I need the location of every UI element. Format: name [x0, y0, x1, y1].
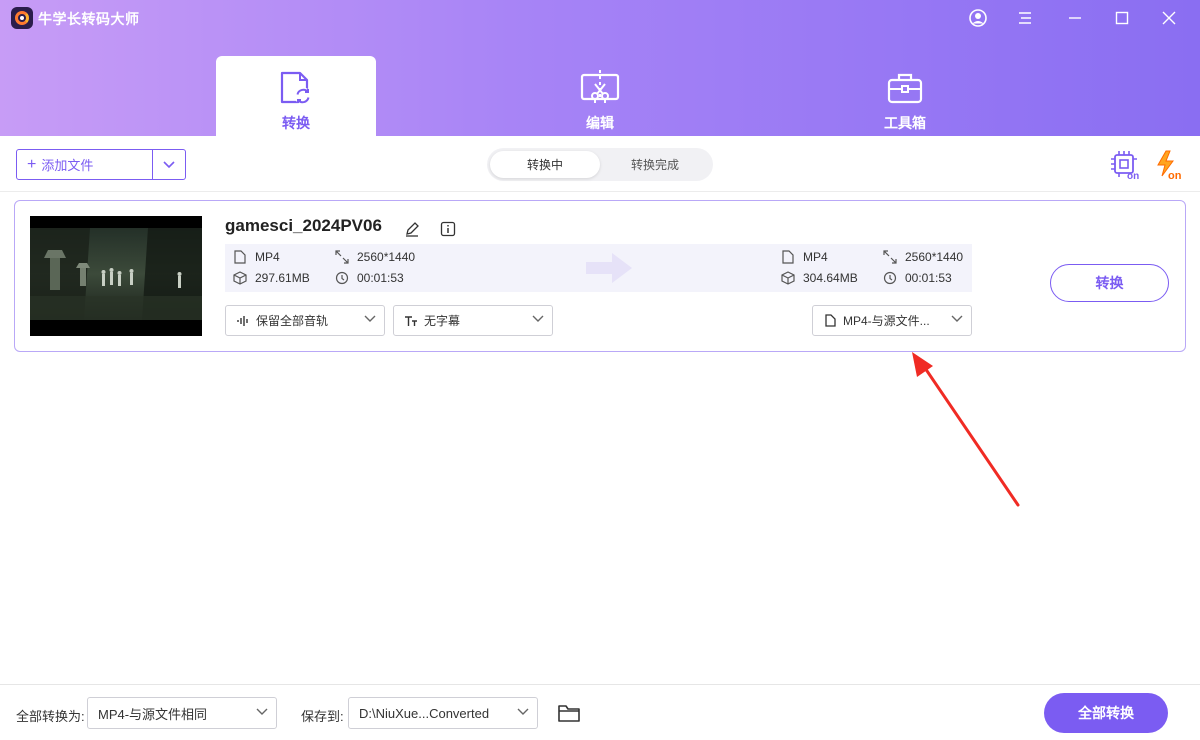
tab-toolbox[interactable]: 工具箱 — [825, 56, 985, 136]
lightning-on-icon[interactable]: on — [1154, 150, 1186, 182]
minimize-icon[interactable] — [1063, 6, 1087, 30]
add-file-split-button: + 添加文件 — [16, 149, 186, 180]
gpu-on-text: on — [1127, 171, 1139, 180]
chevron-down-icon — [163, 160, 175, 168]
chevron-down-icon — [951, 315, 963, 322]
video-thumbnail[interactable] — [30, 216, 202, 336]
tab-convert[interactable]: 转换 — [216, 56, 376, 136]
convert-arrow-icon — [582, 251, 636, 290]
menu-icon[interactable] — [1013, 6, 1037, 30]
add-file-dropdown-button[interactable] — [153, 150, 185, 179]
close-icon[interactable] — [1157, 6, 1181, 30]
file-icon — [233, 250, 247, 264]
tab-convert-label: 转换 — [282, 115, 310, 131]
toolbox-icon — [885, 70, 925, 106]
footer-bar: 全部转换为: MP4-与源文件相同 保存到: D:\NiuXue...Conve… — [0, 684, 1200, 740]
user-icon[interactable] — [966, 6, 990, 30]
target-format: MP4 — [781, 250, 828, 264]
rename-pencil-icon[interactable] — [403, 220, 421, 238]
convert-all-as-label: 全部转换为: — [16, 709, 85, 724]
source-resolution: 2560*1440 — [335, 250, 415, 264]
size-cube-icon — [781, 271, 795, 285]
media-info-panel: MP4 2560*1440 297.61MB 00:01:53 MP4 2560… — [225, 244, 972, 292]
text-size-icon — [404, 314, 418, 328]
tab-converted[interactable]: 转换完成 — [600, 151, 710, 178]
audio-wave-icon — [236, 314, 250, 328]
tab-edit-label: 编辑 — [586, 115, 614, 131]
chevron-down-icon — [517, 708, 529, 715]
target-size: 304.64MB — [781, 271, 858, 285]
toolbar: + 添加文件 转换中 转换完成 on on — [0, 136, 1200, 192]
app-header: 牛学长转码大师 转换 编辑 工具箱 — [0, 0, 1200, 136]
app-title: 牛学长转码大师 — [38, 11, 140, 27]
target-resolution-value: 2560*1440 — [905, 250, 964, 264]
add-file-label: 添加文件 — [41, 158, 94, 173]
file-item-card[interactable]: gamesci_2024PV06 MP4 2560*1440 297.61MB … — [14, 200, 1186, 352]
output-format-select[interactable]: MP4-与源文件... — [812, 305, 972, 336]
chevron-down-icon — [364, 315, 376, 322]
gpu-on-icon[interactable]: on — [1110, 150, 1142, 182]
save-path-select[interactable]: D:\NiuXue...Converted — [348, 697, 538, 729]
app-logo — [11, 7, 33, 29]
target-duration-value: 00:01:53 — [905, 271, 952, 285]
resolution-icon — [335, 250, 349, 264]
speed-on-text: on — [1168, 170, 1182, 180]
save-path-value: D:\NiuXue...Converted — [359, 705, 490, 721]
clock-icon — [335, 271, 349, 285]
source-duration: 00:01:53 — [335, 271, 404, 285]
output-format-value: MP4-与源文件... — [843, 314, 930, 328]
subtitle-select[interactable]: 无字幕 — [393, 305, 553, 336]
edit-scissors-icon — [580, 70, 620, 106]
open-folder-icon[interactable] — [556, 701, 582, 725]
tab-edit[interactable]: 编辑 — [520, 56, 680, 136]
info-icon[interactable] — [439, 220, 457, 238]
subtitle-value: 无字幕 — [424, 314, 461, 328]
source-size: 297.61MB — [233, 271, 310, 285]
status-segmented-control: 转换中 转换完成 — [487, 148, 713, 181]
chevron-down-icon — [532, 315, 544, 322]
convert-all-format-select[interactable]: MP4-与源文件相同 — [87, 697, 277, 729]
size-cube-icon — [233, 271, 247, 285]
add-file-button[interactable]: + 添加文件 — [17, 150, 153, 179]
tab-converting[interactable]: 转换中 — [490, 151, 600, 178]
convert-all-format-value: MP4-与源文件相同 — [98, 706, 208, 722]
target-format-value: MP4 — [803, 250, 828, 264]
file-icon — [823, 314, 837, 328]
audio-track-value: 保留全部音轨 — [256, 314, 329, 328]
file-icon — [781, 250, 795, 264]
target-duration: 00:01:53 — [883, 271, 952, 285]
clock-icon — [883, 271, 897, 285]
target-size-value: 304.64MB — [803, 271, 858, 285]
chevron-down-icon — [256, 708, 268, 715]
convert-all-button[interactable]: 全部转换 — [1044, 693, 1168, 733]
source-duration-value: 00:01:53 — [357, 271, 404, 285]
source-format-value: MP4 — [255, 250, 280, 264]
convert-icon — [276, 70, 316, 106]
convert-button[interactable]: 转换 — [1050, 264, 1169, 302]
file-name: gamesci_2024PV06 — [225, 216, 382, 235]
resolution-icon — [883, 250, 897, 264]
maximize-icon[interactable] — [1110, 6, 1134, 30]
source-format: MP4 — [233, 250, 280, 264]
source-resolution-value: 2560*1440 — [357, 250, 416, 264]
save-to-label: 保存到: — [301, 709, 344, 724]
tab-toolbox-label: 工具箱 — [884, 115, 926, 131]
target-resolution: 2560*1440 — [883, 250, 963, 264]
source-size-value: 297.61MB — [255, 271, 310, 285]
plus-icon: + — [27, 155, 37, 173]
audio-track-select[interactable]: 保留全部音轨 — [225, 305, 385, 336]
